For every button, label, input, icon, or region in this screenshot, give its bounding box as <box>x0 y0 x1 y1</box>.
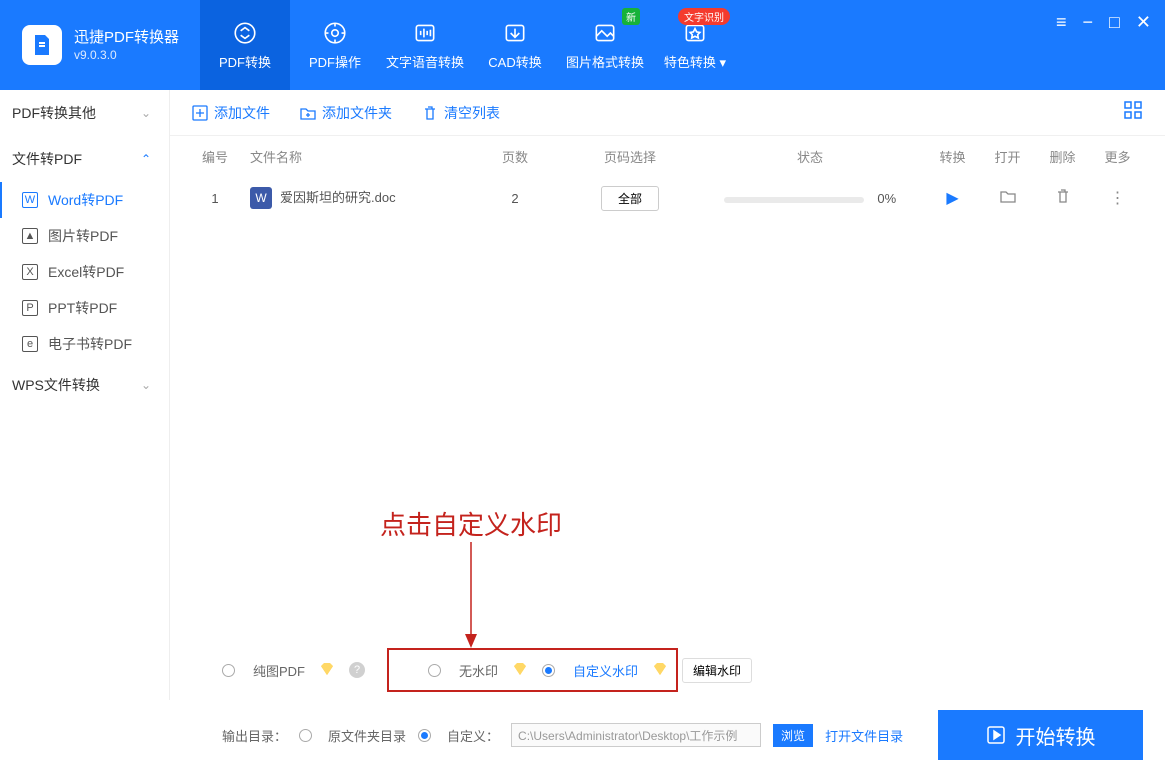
custom-folder-label: 自定义： <box>447 726 499 745</box>
sidebar: PDF转换其他⌄ 文件转PDF⌃ WWord转PDF ▲图片转PDF XExce… <box>0 90 170 700</box>
browse-button[interactable]: 浏览 <box>773 724 813 747</box>
ebook-icon: e <box>22 336 38 352</box>
open-output-folder-link[interactable]: 打开文件目录 <box>825 726 903 745</box>
more-button[interactable]: ⋮ <box>1110 190 1126 207</box>
chevron-up-icon: ⌃ <box>141 152 151 166</box>
title-bar: 迅捷PDF转换器 v9.0.3.0 PDF转换 PDF操作 文字语音转换 CAD… <box>0 0 1165 90</box>
maximize-button[interactable]: □ <box>1109 12 1120 33</box>
help-icon[interactable]: ? <box>349 662 365 678</box>
new-badge: 新 <box>622 8 640 25</box>
menu-icon[interactable]: ≡ <box>1056 12 1067 33</box>
open-folder-button[interactable] <box>999 192 1017 209</box>
chevron-down-icon: ⌄ <box>141 106 151 120</box>
pure-pdf-label: 纯图PDF <box>253 661 305 680</box>
no-watermark-label: 无水印 <box>459 661 498 680</box>
options-bar: 纯图PDF ? 无水印 自定义水印 编辑水印 <box>200 648 1165 692</box>
table-row: 1 W爱因斯坦的研究.doc 2 全部 0% ▶ ⋮ <box>170 176 1165 220</box>
sidebar-item-excel-to-pdf[interactable]: XExcel转PDF <box>0 254 169 290</box>
output-label: 输出目录： <box>222 726 287 745</box>
table-header: 编号 文件名称 页数 页码选择 状态 转换 打开 删除 更多 <box>170 136 1165 176</box>
status-cell: 0% <box>695 191 925 206</box>
ocr-badge: 文字识别 <box>678 8 730 25</box>
start-convert-button[interactable]: 开始转换 <box>938 710 1143 760</box>
tab-image-format[interactable]: 新 图片格式转换 <box>560 0 650 90</box>
sidebar-section-file-to-pdf[interactable]: 文件转PDF⌃ <box>0 136 169 182</box>
orig-folder-radio[interactable] <box>299 729 312 742</box>
output-path-input[interactable] <box>511 723 761 747</box>
delete-button[interactable] <box>1055 191 1071 208</box>
top-tabs: PDF转换 PDF操作 文字语音转换 CAD转换 新 图片格式转换 文字识别 特… <box>200 0 740 90</box>
word-file-icon: W <box>250 187 272 209</box>
page-select-button[interactable]: 全部 <box>601 186 659 211</box>
clear-list-button[interactable]: 清空列表 <box>422 103 500 123</box>
cad-icon <box>502 20 528 46</box>
app-logo-icon <box>22 25 62 65</box>
app-name: 迅捷PDF转换器 <box>74 28 179 48</box>
grid-icon <box>1123 100 1143 120</box>
convert-button[interactable]: ▶ <box>946 190 958 207</box>
vip-diamond-icon <box>319 662 335 678</box>
tab-pdf-convert[interactable]: PDF转换 <box>200 0 290 90</box>
custom-watermark-radio[interactable] <box>542 664 555 677</box>
annotation-arrow <box>461 542 481 652</box>
excel-icon: X <box>22 264 38 280</box>
app-logo-block: 迅捷PDF转换器 v9.0.3.0 <box>0 0 200 90</box>
sidebar-section-pdf-other[interactable]: PDF转换其他⌄ <box>0 90 169 136</box>
no-watermark-radio[interactable] <box>428 664 441 677</box>
sidebar-item-ppt-to-pdf[interactable]: PPPT转PDF <box>0 290 169 326</box>
gear-icon <box>322 20 348 46</box>
convert-icon <box>232 20 258 46</box>
sidebar-item-image-to-pdf[interactable]: ▲图片转PDF <box>0 218 169 254</box>
row-number: 1 <box>190 191 240 206</box>
add-file-button[interactable]: 添加文件 <box>192 103 270 123</box>
toolbar: 添加文件 添加文件夹 清空列表 <box>170 90 1165 136</box>
output-bar: 输出目录： 原文件夹目录 自定义： 浏览 打开文件目录 开始转换 <box>200 710 1165 760</box>
sidebar-item-word-to-pdf[interactable]: WWord转PDF <box>0 182 169 218</box>
window-controls: ≡ − □ ✕ <box>1056 12 1151 33</box>
pure-pdf-radio[interactable] <box>222 664 235 677</box>
app-version: v9.0.3.0 <box>74 48 179 62</box>
add-folder-icon <box>300 105 316 121</box>
add-folder-button[interactable]: 添加文件夹 <box>300 103 392 123</box>
vip-diamond-icon <box>512 662 528 678</box>
view-toggle-button[interactable] <box>1123 100 1143 125</box>
sidebar-item-ebook-to-pdf[interactable]: e电子书转PDF <box>0 326 169 362</box>
chevron-down-icon: ▾ <box>720 55 727 70</box>
custom-folder-radio[interactable] <box>418 729 431 742</box>
sidebar-section-wps[interactable]: WPS文件转换⌄ <box>0 362 169 408</box>
word-icon: W <box>22 192 38 208</box>
minimize-button[interactable]: − <box>1083 12 1094 33</box>
image-icon: ▲ <box>22 228 38 244</box>
tab-text-voice[interactable]: 文字语音转换 <box>380 0 470 90</box>
tab-cad[interactable]: CAD转换 <box>470 0 560 90</box>
vip-diamond-icon <box>652 662 668 678</box>
voice-icon <box>412 20 438 46</box>
orig-folder-label: 原文件夹目录 <box>328 726 406 745</box>
image-icon <box>592 20 618 46</box>
page-count: 2 <box>465 191 565 206</box>
chevron-down-icon: ⌄ <box>141 378 151 392</box>
ppt-icon: P <box>22 300 38 316</box>
trash-icon <box>422 105 438 121</box>
annotation-label: 点击自定义水印 <box>380 505 562 542</box>
progress-percent: 0% <box>877 191 896 206</box>
play-icon <box>986 725 1006 745</box>
file-name-cell: W爱因斯坦的研究.doc <box>240 187 465 209</box>
close-button[interactable]: ✕ <box>1136 12 1151 33</box>
edit-watermark-button[interactable]: 编辑水印 <box>682 658 752 683</box>
add-file-icon <box>192 105 208 121</box>
tab-pdf-operate[interactable]: PDF操作 <box>290 0 380 90</box>
progress-bar <box>724 197 864 203</box>
tab-special[interactable]: 文字识别 特色转换 ▾ <box>650 0 740 90</box>
custom-watermark-label: 自定义水印 <box>573 661 638 680</box>
